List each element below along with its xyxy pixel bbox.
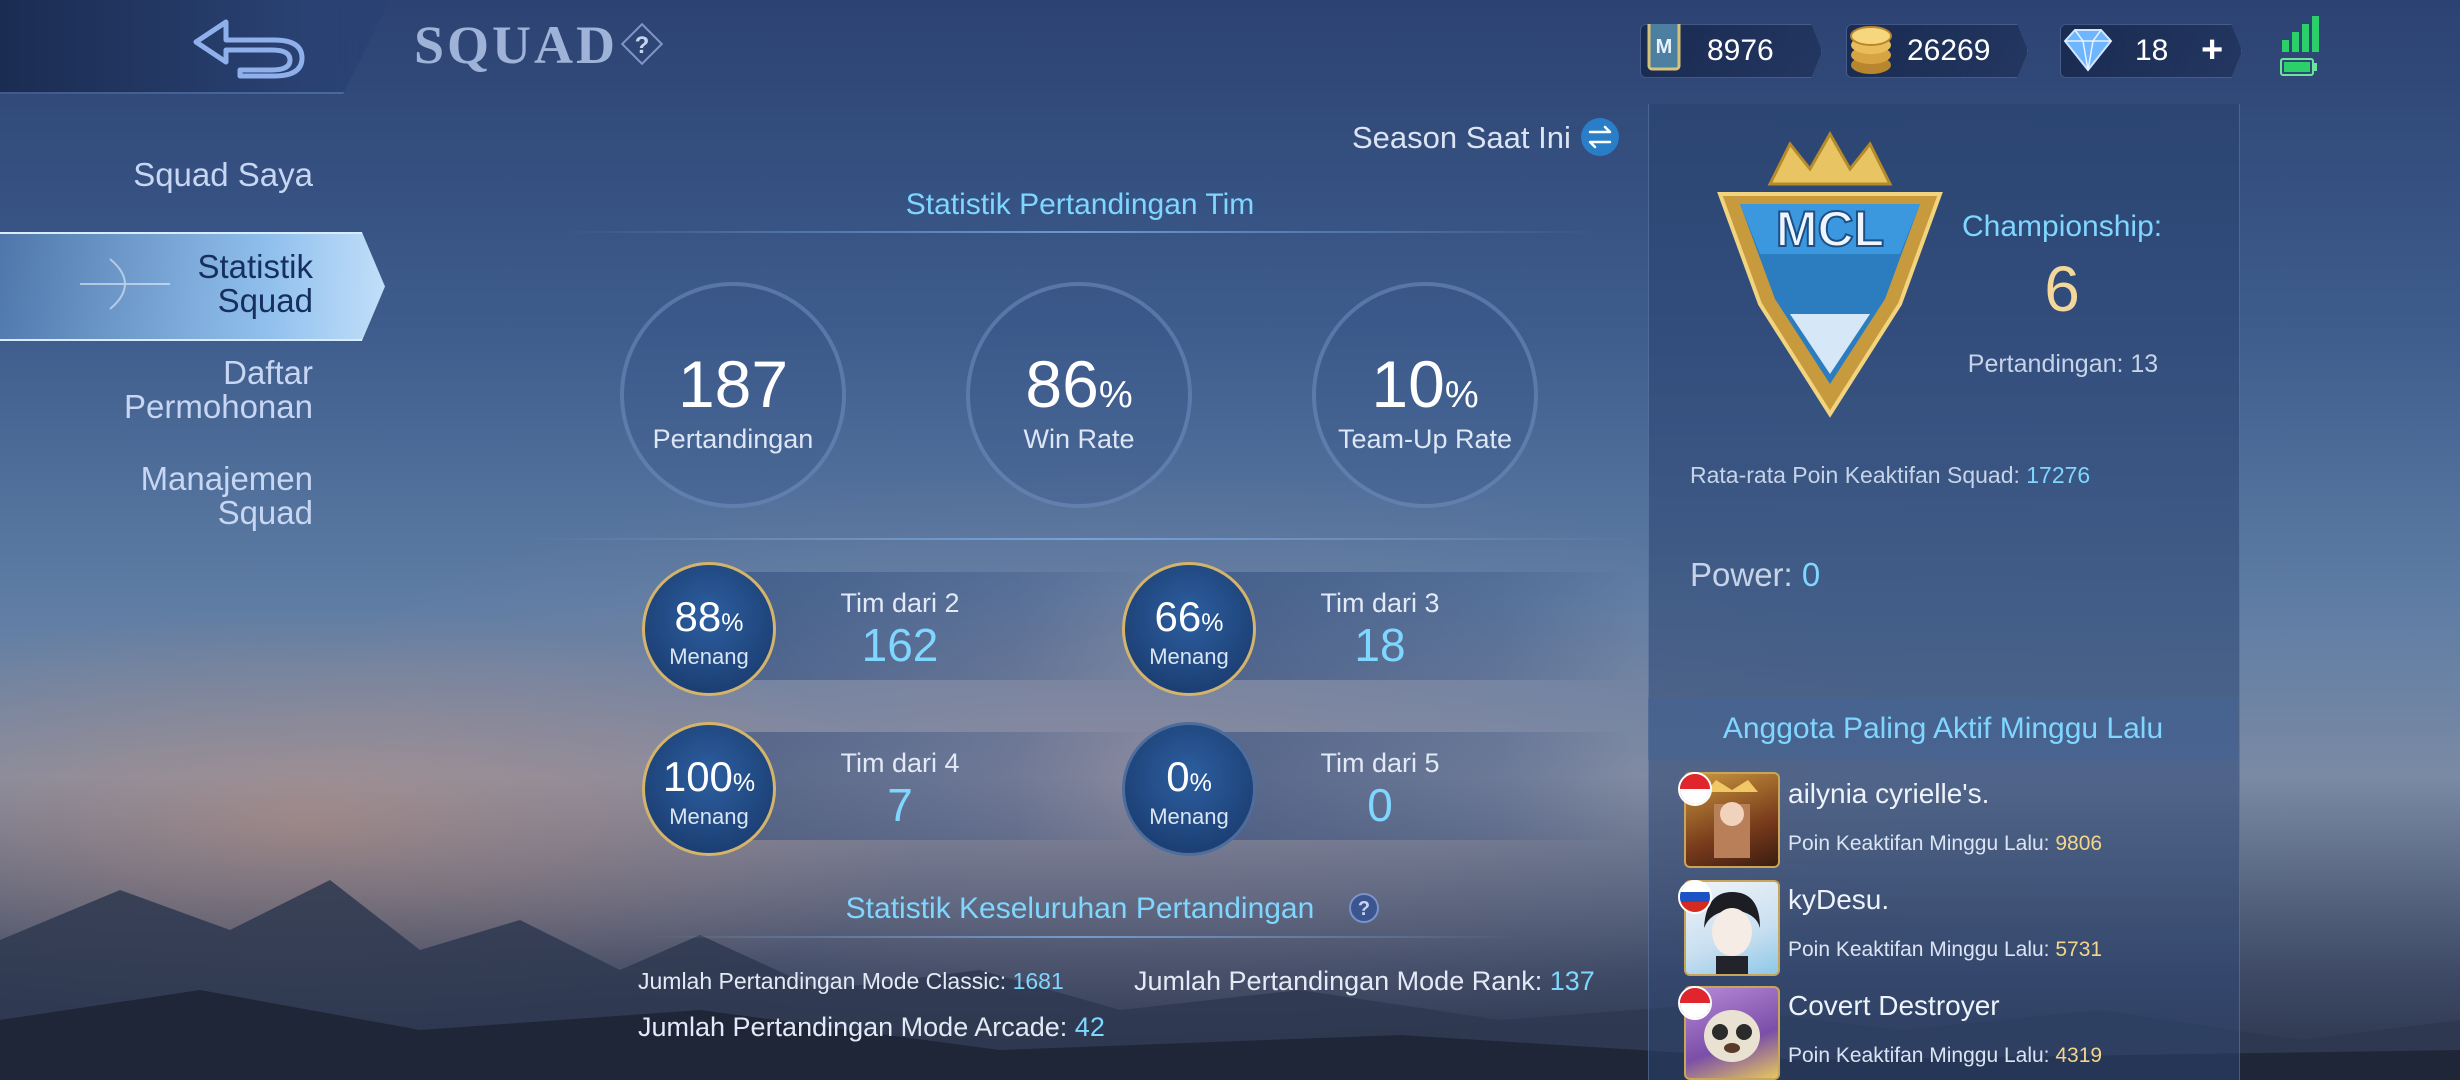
- ticket-currency[interactable]: M 8976: [1640, 24, 1822, 78]
- coin-amount: 26269: [1907, 34, 1991, 67]
- team-of-2-label: Tim dari 2: [840, 588, 960, 618]
- teamup-rate-value: 10%: [1371, 347, 1479, 421]
- squad-power: Power: 0: [1690, 556, 1821, 593]
- season-label[interactable]: Season Saat Ini: [1352, 120, 1571, 156]
- team-of-3-count: 18: [1354, 619, 1406, 671]
- rank-count: Jumlah Pertandingan Mode Rank: 137: [1134, 966, 1595, 996]
- member-points: Poin Keaktifan Minggu Lalu: 4319: [1788, 1044, 2103, 1067]
- ticket-amount: 8976: [1707, 34, 1774, 67]
- diamond-amount: 18: [2135, 34, 2169, 67]
- svg-text:MCL: MCL: [1776, 201, 1884, 257]
- championship-count: 6: [2044, 253, 2080, 325]
- switch-season-icon[interactable]: [1580, 117, 1620, 157]
- overall-divider: [640, 936, 1520, 938]
- page-title: SQUAD: [414, 15, 619, 75]
- team-of-4-pct: 100%: [662, 753, 756, 800]
- team-of-2-pct: 88%: [674, 593, 744, 640]
- team-of-5-count: 0: [1367, 779, 1393, 831]
- add-diamond-button[interactable]: +: [2201, 29, 2223, 72]
- russia-flag-icon: [1678, 880, 1712, 914]
- arcade-count: Jumlah Pertandingan Mode Arcade: 42: [638, 1012, 1105, 1042]
- back-arrow-icon: [193, 19, 305, 79]
- team-of-5-pct: 0%: [1166, 753, 1212, 800]
- team-of-4-label: Tim dari 4: [840, 748, 960, 778]
- nav-statistik-line2: Squad: [217, 282, 313, 319]
- team-of-5-win: 0% Menang: [1122, 722, 1256, 856]
- member-points: Poin Keaktifan Minggu Lalu: 5731: [1788, 938, 2103, 961]
- avg-activity-points: Rata-rata Poin Keaktifan Squad: 17276: [1690, 462, 2091, 488]
- svg-text:?: ?: [1358, 898, 1370, 920]
- nav-manajemen-squad[interactable]: Manajemen Squad: [60, 462, 313, 530]
- championship-label: Championship:: [1962, 210, 2163, 243]
- section-divider: [520, 538, 1640, 540]
- team-of-3-label: Tim dari 3: [1320, 588, 1440, 618]
- nav-manajemen-line1: Manajemen: [140, 460, 313, 497]
- team-stats-divider: [560, 231, 1600, 233]
- ticket-icon: M: [1647, 24, 1681, 71]
- indonesia-flag-icon: [1678, 986, 1712, 1020]
- team-of-2-count: 162: [861, 619, 939, 671]
- team-stats-title: Statistik Pertandingan Tim: [905, 188, 1255, 221]
- matches-label: Pertandingan: [652, 424, 814, 454]
- team-of-4-win: 100% Menang: [642, 722, 776, 856]
- diamond-currency[interactable]: 18 +: [2060, 24, 2242, 78]
- matches-stat: 187 Pertandingan: [620, 282, 846, 508]
- overall-stats-title: Statistik Keseluruhan Pertandingan: [845, 892, 1315, 925]
- team-of-5-label: Tim dari 5: [1320, 748, 1440, 778]
- nav-statistik-line1: Statistik: [197, 248, 313, 285]
- indonesia-flag-icon: [1678, 772, 1712, 806]
- member-name: ailynia cyrielle's.: [1788, 778, 1990, 809]
- back-button[interactable]: [0, 0, 390, 94]
- team-of-5-win-label: Menang: [1149, 804, 1229, 829]
- win-rate-label: Win Rate: [1023, 424, 1135, 454]
- team-of-2-win-label: Menang: [669, 644, 749, 669]
- team-of-4-count: 7: [887, 779, 913, 831]
- active-members-title: Anggota Paling Aktif Minggu Lalu: [1722, 712, 2164, 745]
- mcl-emblem-icon: MCL: [1717, 130, 1943, 418]
- diamond-icon: [2063, 29, 2113, 72]
- nav-squad-saya-label: Squad Saya: [133, 156, 313, 193]
- svg-text:M: M: [1656, 36, 1673, 58]
- teamup-rate-label: Team-Up Rate: [1337, 424, 1513, 454]
- member-points: Poin Keaktifan Minggu Lalu: 9806: [1788, 832, 2103, 855]
- coins-icon: [1850, 26, 1892, 74]
- nav-daftar-line1: Daftar: [223, 354, 313, 391]
- coin-currency[interactable]: 26269: [1846, 24, 2028, 78]
- battery-icon: [2280, 58, 2317, 76]
- nav-daftar-permohonan[interactable]: Daftar Permohonan: [60, 356, 313, 424]
- nav-daftar-line2: Permohonan: [124, 388, 313, 425]
- win-rate-value: 86%: [1025, 347, 1133, 421]
- teamup-rate-stat: 10% Team-Up Rate: [1312, 282, 1538, 508]
- overall-help-icon[interactable]: ?: [1348, 892, 1380, 924]
- win-rate-stat: 86% Win Rate: [966, 282, 1192, 508]
- matches-value: 187: [677, 347, 789, 421]
- nav-manajemen-line2: Squad: [217, 494, 313, 531]
- team-of-3-win: 66% Menang: [1122, 562, 1256, 696]
- nav-statistik-squad-label: Statistik Squad: [60, 250, 313, 318]
- nav-squad-saya[interactable]: Squad Saya: [60, 158, 313, 192]
- championship-matches: Pertandingan: 13: [1967, 350, 2159, 378]
- help-icon[interactable]: ?: [620, 22, 664, 66]
- team-of-3-pct: 66%: [1154, 593, 1224, 640]
- team-of-3-win-label: Menang: [1149, 644, 1229, 669]
- svg-text:?: ?: [635, 32, 650, 59]
- classic-count: Jumlah Pertandingan Mode Classic: 1681: [638, 968, 1064, 994]
- team-of-2-win: 88% Menang: [642, 562, 776, 696]
- member-name: kyDesu.: [1788, 884, 1890, 915]
- team-of-4-win-label: Menang: [669, 804, 749, 829]
- member-name: Covert Destroyer: [1788, 990, 2000, 1021]
